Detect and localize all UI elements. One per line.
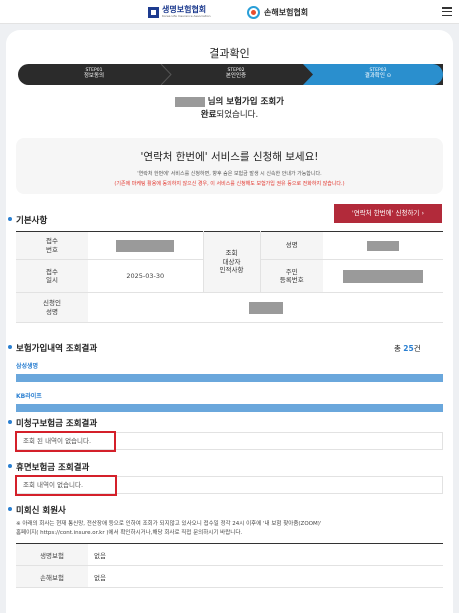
completion-line-1: 님의 보험가입 조회가 xyxy=(207,97,284,107)
nonmember-note: ※ 아래의 회사는 현재 통신망, 전산장애 등으로 인하여 조회가 되지않고 … xyxy=(16,520,443,537)
insurance-total-count: 총 25건 xyxy=(394,343,421,354)
completion-bold: 완료 xyxy=(200,109,217,120)
promo-warning: (기존에 마케팅 활용에 동의하지 않으신 경우, 이 서비스를 신청해도 보험… xyxy=(114,181,345,187)
top-bar: 생명보험협회 Korea Life Insurance Association … xyxy=(0,0,459,24)
rrn-label: 주민 등록번호 xyxy=(260,259,323,293)
result-card: 결과확인 STEP01 정보동의 STEP02 본인인증 STEP03 결과확인… xyxy=(6,30,453,613)
rrn-value xyxy=(323,259,443,293)
life-company-label: 생명보험 xyxy=(16,543,88,566)
insurance-result-title: 보험가입내역 조회결과 xyxy=(7,344,98,354)
target-info-label: 조회 대상자 인적사항 xyxy=(202,231,261,293)
redacted-receipt-number xyxy=(116,239,175,252)
life-insurance-logo-mark xyxy=(148,6,159,18)
promo-headline: '연락처 한번에' 서비스를 신청해 보세요! xyxy=(140,151,319,163)
receipt-date-value: 2025-03-30 xyxy=(88,259,203,293)
company-name: KB라이프 xyxy=(16,393,42,400)
redacted-rrn xyxy=(343,269,423,283)
redacted-name xyxy=(174,96,205,107)
applicant-name-value xyxy=(88,292,443,323)
nonlife-company-value: 없음 xyxy=(88,565,443,588)
basic-info-table: 접수 번호 조회 대상자 인적사항 성명 접수 일시 2025-03-30 주민… xyxy=(16,231,443,323)
nonlife-insurance-logo-mark xyxy=(247,5,260,19)
applicant-name-label: 신청인 성명 xyxy=(16,292,88,323)
step-1-label: 정보동의 xyxy=(83,73,105,80)
completion-message: 님의 보험가입 조회가 완료되었습니다. xyxy=(6,96,453,122)
company-detail-bar[interactable] xyxy=(16,404,443,412)
receipt-number-value xyxy=(88,231,203,260)
step-3-label: 결과확인 ⊙ xyxy=(364,73,392,80)
life-company-value: 없음 xyxy=(88,543,443,566)
nonlife-insurance-logo[interactable]: 손해보험협회 xyxy=(247,5,308,19)
total-suffix: 건 xyxy=(413,344,421,353)
company-detail-bar[interactable] xyxy=(16,374,443,382)
unclaimed-title: 미청구보험금 조회결과 xyxy=(7,419,98,429)
life-insurance-logo-text: 생명보험협회 xyxy=(162,5,207,14)
total-number: 25 xyxy=(403,344,414,353)
total-prefix: 총 xyxy=(394,344,404,353)
dormant-title: 휴면보험금 조회결과 xyxy=(7,463,90,473)
redacted-target-name xyxy=(367,240,399,251)
basic-info-title: 기본사항 xyxy=(7,216,48,226)
step-3: STEP03 결과확인 ⊙ xyxy=(308,68,448,79)
table-row: 생명보험 없음 xyxy=(16,543,443,566)
name-label: 성명 xyxy=(260,231,323,260)
life-insurance-logo-subtext: Korea Life Insurance Association xyxy=(162,14,211,18)
note-line-1: ※ 아래의 회사는 현재 통신망, 전산장애 등으로 인하여 조회가 되지않고 … xyxy=(16,521,322,527)
receipt-date-label: 접수 일시 xyxy=(16,259,88,293)
promo-description: '연락처 한번에' 서비스를 신청하면, 향후 숨은 보험금 발생 시 신속한 … xyxy=(137,171,322,177)
dormant-highlight xyxy=(15,475,117,496)
nonmember-title: 미회신 회원사 xyxy=(8,506,66,516)
contact-service-promo: '연락처 한번에' 서비스를 신청해 보세요! '연락처 한번에' 서비스를 신… xyxy=(16,138,443,194)
company-row-samsung[interactable]: 삼성생명 xyxy=(16,361,443,382)
step-2: STEP02 본인인증 xyxy=(166,68,306,79)
life-insurance-logo[interactable]: 생명보험협회 Korea Life Insurance Association xyxy=(148,5,211,19)
completion-rest: 되었습니다. xyxy=(216,109,259,120)
nonmember-table: 생명보험 없음 손해보험 없음 xyxy=(16,543,443,588)
receipt-number-label: 접수 번호 xyxy=(16,231,88,260)
hamburger-menu-icon[interactable] xyxy=(442,7,452,16)
company-name: 삼성생명 xyxy=(16,363,39,370)
step-2-label: 본인인증 xyxy=(225,73,247,80)
table-row: 손해보험 없음 xyxy=(16,565,443,588)
nonlife-company-label: 손해보험 xyxy=(16,565,88,588)
nonlife-insurance-logo-text: 손해보험협회 xyxy=(264,7,309,17)
step-progress: STEP01 정보동의 STEP02 본인인증 STEP03 결과확인 ⊙ xyxy=(18,64,443,85)
unclaimed-highlight xyxy=(15,431,116,452)
company-row-kb[interactable]: KB라이프 xyxy=(16,391,443,412)
step-1: STEP01 정보동의 xyxy=(24,68,164,79)
apply-contact-button[interactable]: '연락처 한번에' 신청하기 › xyxy=(334,204,442,223)
note-line-2: 홈페이지( https://cont.insure.or.kr )에서 확인하시… xyxy=(16,529,243,536)
page-title: 결과확인 xyxy=(209,47,250,60)
redacted-applicant-name xyxy=(248,301,283,314)
name-value xyxy=(323,231,443,260)
